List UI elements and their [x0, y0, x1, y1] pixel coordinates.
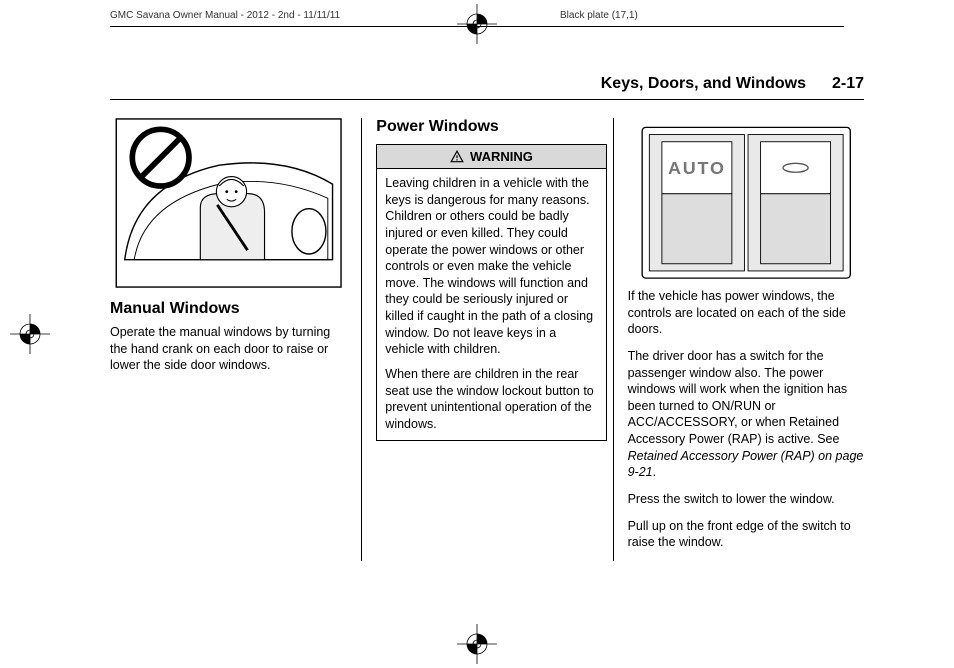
warning-header: WARNING	[377, 145, 605, 169]
warning-box: WARNING Leaving children in a vehicle wi…	[376, 144, 606, 441]
print-metadata: GMC Savana Owner Manual - 2012 - 2nd - 1…	[0, 10, 954, 30]
power-windows-p4: Pull up on the front edge of the switch …	[628, 518, 864, 551]
power-windows-heading: Power Windows	[376, 118, 606, 136]
meta-rule	[110, 26, 844, 27]
running-header: Keys, Doors, and Windows 2-17	[110, 75, 864, 100]
power-windows-p3: Press the switch to lower the window.	[628, 491, 864, 508]
warning-paragraph-1: Leaving children in a vehicle with the k…	[385, 175, 597, 358]
auto-label-glyph: AUTO	[668, 158, 726, 178]
plate-info: Black plate (17,1)	[560, 10, 638, 21]
power-windows-p2-ref: Retained Accessory Power (RAP) on page 9…	[628, 449, 864, 480]
page-body: Keys, Doors, and Windows 2-17	[110, 75, 864, 628]
doc-info: GMC Savana Owner Manual - 2012 - 2nd - 1…	[110, 10, 340, 21]
child-in-car-illustration	[110, 118, 347, 288]
manual-windows-heading: Manual Windows	[110, 300, 347, 318]
power-windows-p2: The driver door has a switch for the pas…	[628, 348, 864, 481]
three-column-layout: Manual Windows Operate the manual window…	[110, 118, 864, 561]
crop-mark-left	[10, 314, 50, 354]
section-title: Keys, Doors, and Windows	[601, 75, 806, 93]
warning-triangle-icon	[450, 150, 464, 164]
warning-paragraph-2: When there are children in the rear seat…	[385, 366, 597, 433]
column-3: AUTO If the vehicle has power windows, t…	[613, 118, 864, 561]
crop-mark-bottom	[457, 624, 497, 664]
warning-label: WARNING	[470, 149, 533, 164]
manual-windows-text: Operate the manual windows by turning th…	[110, 324, 347, 374]
power-windows-p2c: .	[653, 465, 656, 479]
column-2: Power Windows WARNING Leaving children i…	[361, 118, 612, 561]
warning-body: Leaving children in a vehicle with the k…	[377, 169, 605, 440]
power-window-switch-illustration: AUTO	[628, 118, 864, 288]
power-windows-p2a: The driver door has a switch for the pas…	[628, 349, 848, 446]
column-1: Manual Windows Operate the manual window…	[110, 118, 361, 561]
power-windows-p1: If the vehicle has power windows, the co…	[628, 288, 864, 338]
page-number: 2-17	[832, 75, 864, 93]
